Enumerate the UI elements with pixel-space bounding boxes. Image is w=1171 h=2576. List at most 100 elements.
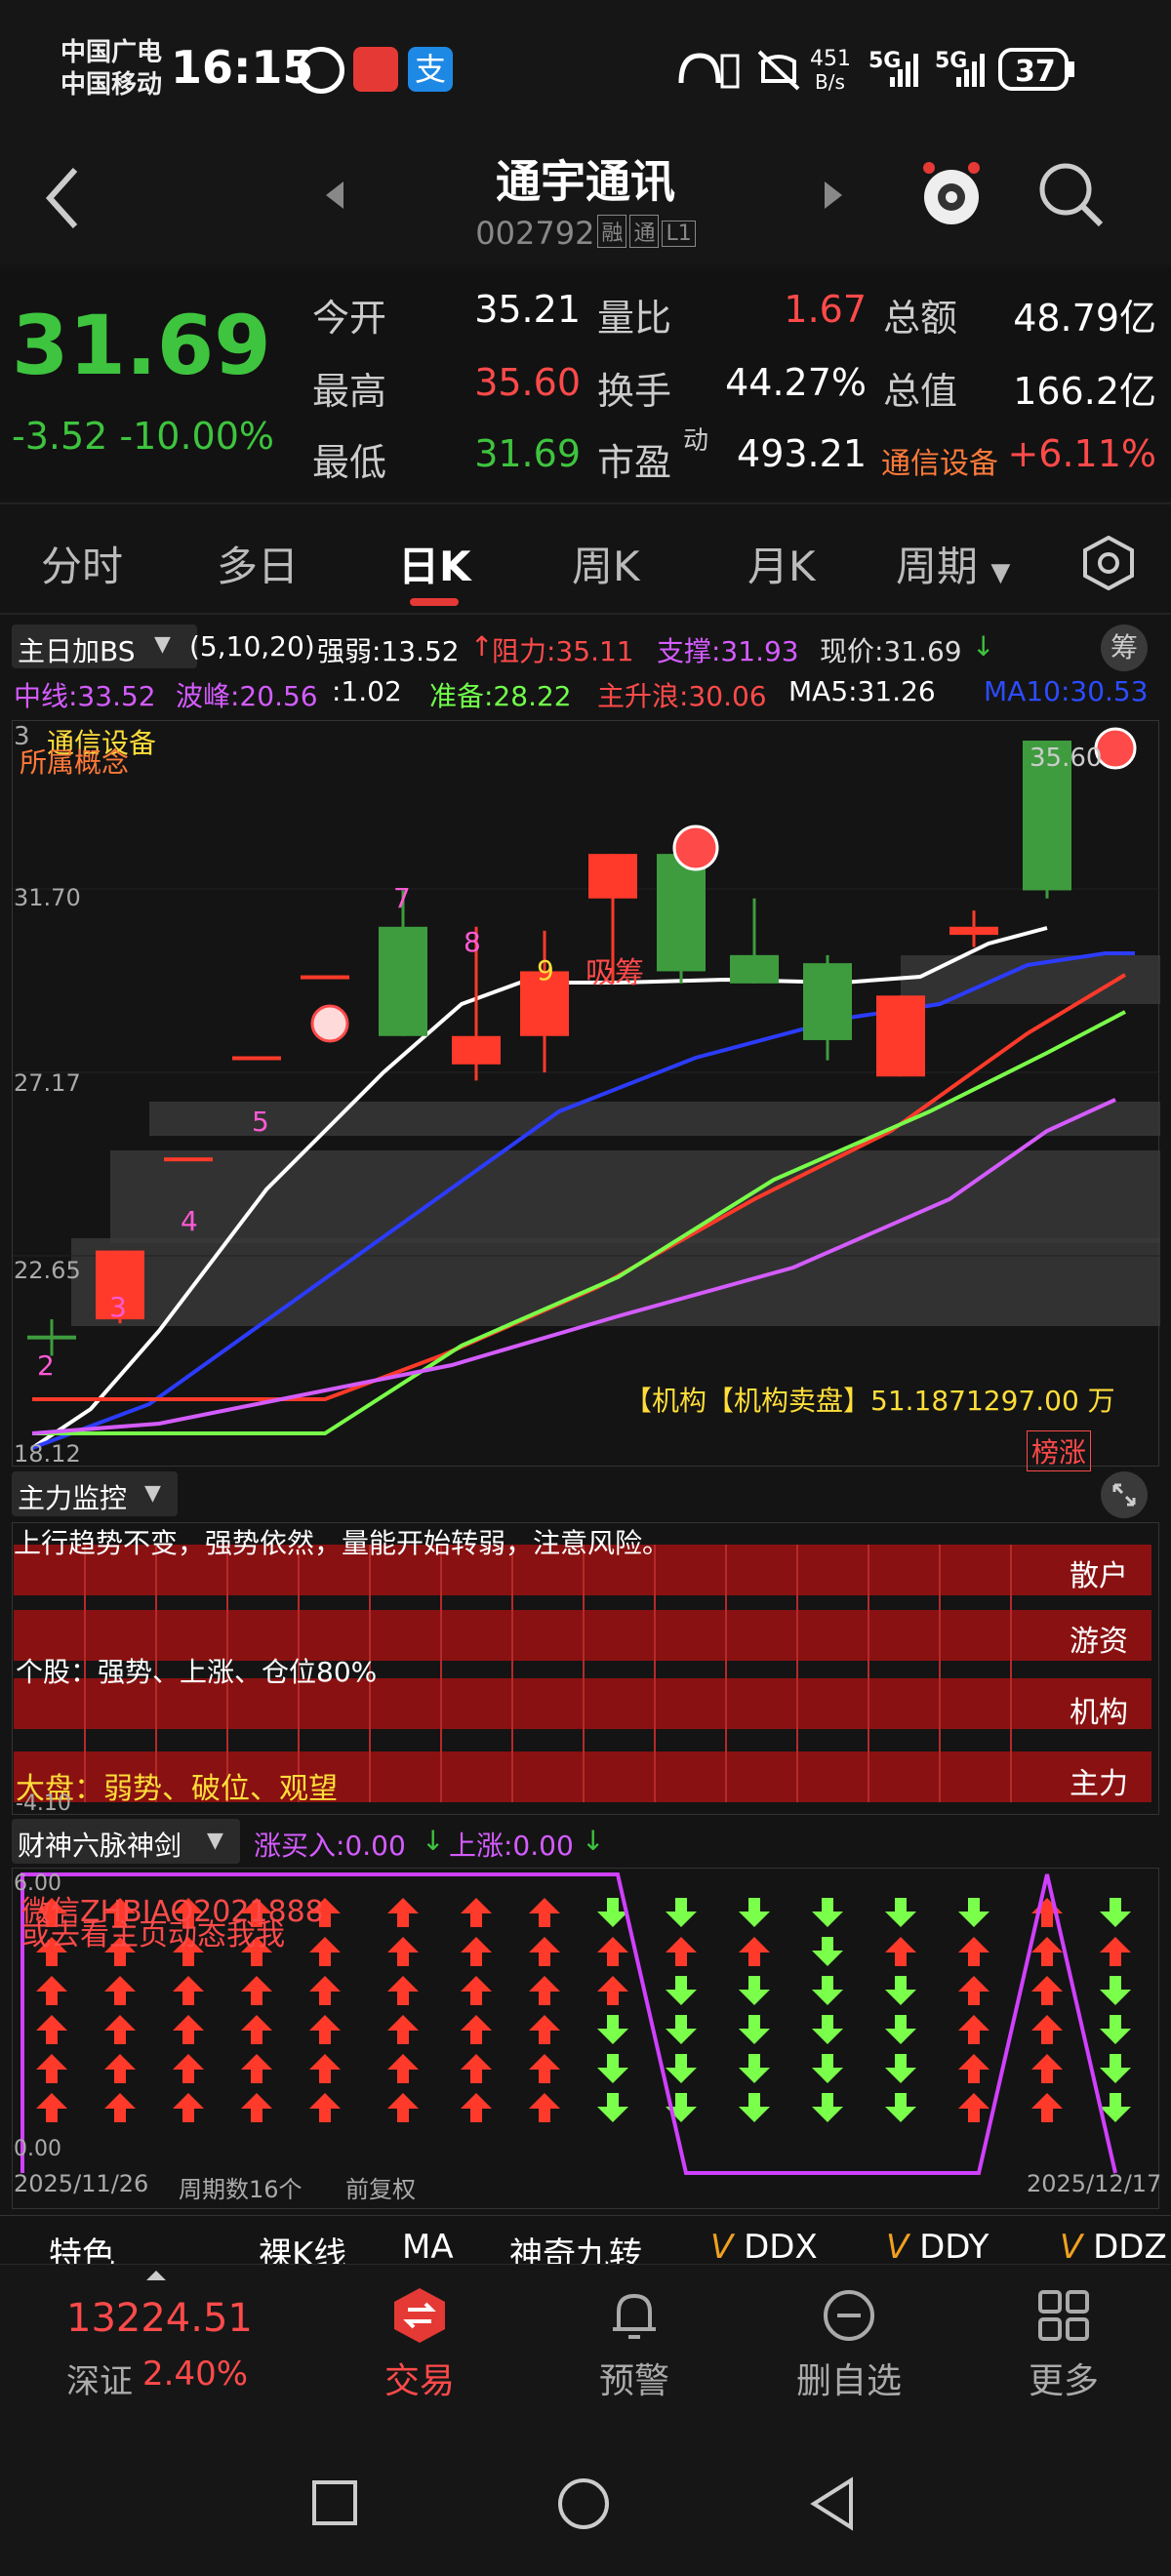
nav-remove-watch[interactable]: 删自选 (776, 2265, 922, 2401)
row-label-institution: 机构 (1070, 1696, 1128, 1730)
strip-ddx[interactable]: V DDX (710, 2228, 818, 2267)
arrow-up-icon (309, 2015, 341, 2044)
index-value[interactable]: 13224.51 (66, 2296, 253, 2341)
bottom-ind-selector[interactable]: 财神六脉神剑 ▼ (12, 1819, 240, 1864)
strip-ddz[interactable]: V DDZ (1060, 2228, 1167, 2267)
candle-body (949, 926, 998, 936)
count-3: 3 (109, 1291, 127, 1323)
arrow-up-icon (461, 2015, 492, 2044)
strip-ddz-label: DDZ (1093, 2228, 1167, 2267)
candle-body (164, 1157, 213, 1162)
recent-apps-icon[interactable] (310, 2478, 359, 2527)
indicator-selector[interactable]: 主日加BS ▼ (12, 624, 197, 668)
arrow-down-icon (1100, 1898, 1131, 1927)
tab-monthly-k[interactable]: 月K (747, 534, 816, 593)
index-change: 2.40% (142, 2355, 249, 2394)
nav-more-label: 更多 (1028, 2361, 1099, 2401)
xichou-label: 吸筹 (586, 956, 644, 990)
arrow-up-icon (173, 2093, 204, 2122)
settings-hex-icon[interactable] (1081, 536, 1136, 590)
value-market-cap: 166.2亿 (1013, 370, 1156, 413)
next-stock-icon[interactable] (823, 178, 846, 213)
arrow-down-icon (739, 1898, 770, 1927)
arrow-up-icon (173, 1976, 204, 2005)
candle-3 (164, 1157, 213, 1162)
tab-period-label: 周期 (896, 543, 979, 590)
arrow-up-icon (461, 1976, 492, 2005)
arrow-up-icon (958, 2015, 989, 2044)
arrow-up-icon (241, 1976, 272, 2005)
strip-naked-k[interactable]: 裸K线 (259, 2228, 346, 2269)
grid-icon (1038, 2290, 1089, 2341)
strip-magic-nine[interactable]: 神奇九转 (509, 2228, 642, 2269)
trade-icon (394, 2288, 445, 2343)
strip-feature[interactable]: 特色 (49, 2228, 115, 2269)
arrow-down-icon (739, 2015, 770, 2044)
value-amount: 48.79亿 (1013, 297, 1156, 340)
label-open: 今开 (312, 297, 387, 340)
tab-period[interactable]: 周期 ▼ (896, 534, 1010, 593)
candle-body (232, 1056, 281, 1061)
sector-name[interactable]: 通信设备 (881, 439, 998, 482)
arrow-down-icon (1100, 2054, 1131, 2083)
home-icon[interactable] (556, 2476, 611, 2531)
arrow-up-icon (387, 1937, 419, 1966)
arrow-up-icon (461, 2093, 492, 2122)
battery-small-icon (720, 54, 740, 89)
stock-header: 通宇通讯 002792 融通 L1 (0, 137, 1171, 263)
label-market-cap: 总值 (883, 370, 958, 413)
arrow-down-icon (812, 2054, 843, 2083)
nav-trade[interactable]: 交易 (346, 2265, 493, 2401)
arrow-down-icon (885, 1976, 916, 2005)
kline-panel[interactable] (12, 720, 1160, 1468)
arrow-down-icon (597, 2015, 628, 2044)
arrow-down-icon (597, 2093, 628, 2122)
search-icon[interactable] (1034, 158, 1108, 231)
bottom-ind-up: 上涨:0.00 (449, 1830, 574, 1862)
indicator-name: 主日加BS (18, 635, 136, 667)
institution-sell: 【机构【机构卖盘】51.1871297.00 万 (625, 1385, 1115, 1417)
arrow-down-icon (885, 2054, 916, 2083)
arrow-up-icon (461, 1937, 492, 1966)
arrow-up-icon (529, 1976, 560, 2005)
bangzhang-badge[interactable]: 榜涨 (1027, 1430, 1092, 1471)
tab-intraday[interactable]: 分时 (41, 534, 123, 593)
robot-icon[interactable] (917, 154, 986, 232)
arrow-up-icon (36, 1976, 67, 2005)
indicator-ratio: :1.02 (332, 675, 402, 707)
arrow-down-icon (885, 1898, 916, 1927)
monitor-selector[interactable]: 主力监控 ▼ (12, 1471, 178, 1516)
kline-chart[interactable] (13, 721, 1160, 1468)
strip-ddy[interactable]: V DDY (886, 2228, 989, 2267)
tab-daily-k[interactable]: 日K (398, 534, 471, 593)
chip-button[interactable]: 筹 (1101, 624, 1148, 671)
chevron-up-icon[interactable] (144, 2269, 168, 2282)
row-label-retail: 散户 (1070, 1559, 1128, 1593)
indicator-current-arrow: ↓ (972, 630, 995, 663)
indicator-mid: 中线:33.52 (14, 680, 156, 712)
carrier-2: 中国移动 (61, 70, 163, 100)
candle-5 (301, 975, 349, 980)
indicator-ma10: MA10:30.53 (984, 675, 1149, 707)
arrow-up-icon (958, 2054, 989, 2083)
tab-weekly-k[interactable]: 周K (572, 534, 640, 593)
nav-alert[interactable]: 预警 (561, 2265, 707, 2401)
arrow-up-icon (104, 2093, 136, 2122)
tab-multi-day[interactable]: 多日 (217, 534, 299, 593)
back-nav-icon[interactable] (808, 2476, 857, 2531)
nav-more[interactable]: 更多 (990, 2265, 1137, 2401)
strip-ma[interactable]: MA (402, 2228, 454, 2267)
monitor-chevron-icon: ▼ (144, 1481, 161, 1506)
bottom-ind-ymin: 0.00 (14, 2137, 61, 2161)
count-4: 4 (181, 1205, 198, 1237)
sell-marker-icon (310, 1004, 349, 1043)
bottom-ind-note-2: 或去看主页动态我我 (21, 1918, 285, 1952)
candle-10 (657, 854, 706, 984)
y-label-2: 27.17 (14, 1069, 81, 1097)
adjust-mode[interactable]: 前复权 (345, 2170, 416, 2204)
arrow-down-icon (666, 2054, 697, 2083)
arrow-up-icon (387, 1898, 419, 1927)
expand-icon[interactable] (1101, 1471, 1148, 1518)
app-notify-icon (353, 47, 398, 92)
date-start: 2025/11/26 (14, 2170, 149, 2197)
